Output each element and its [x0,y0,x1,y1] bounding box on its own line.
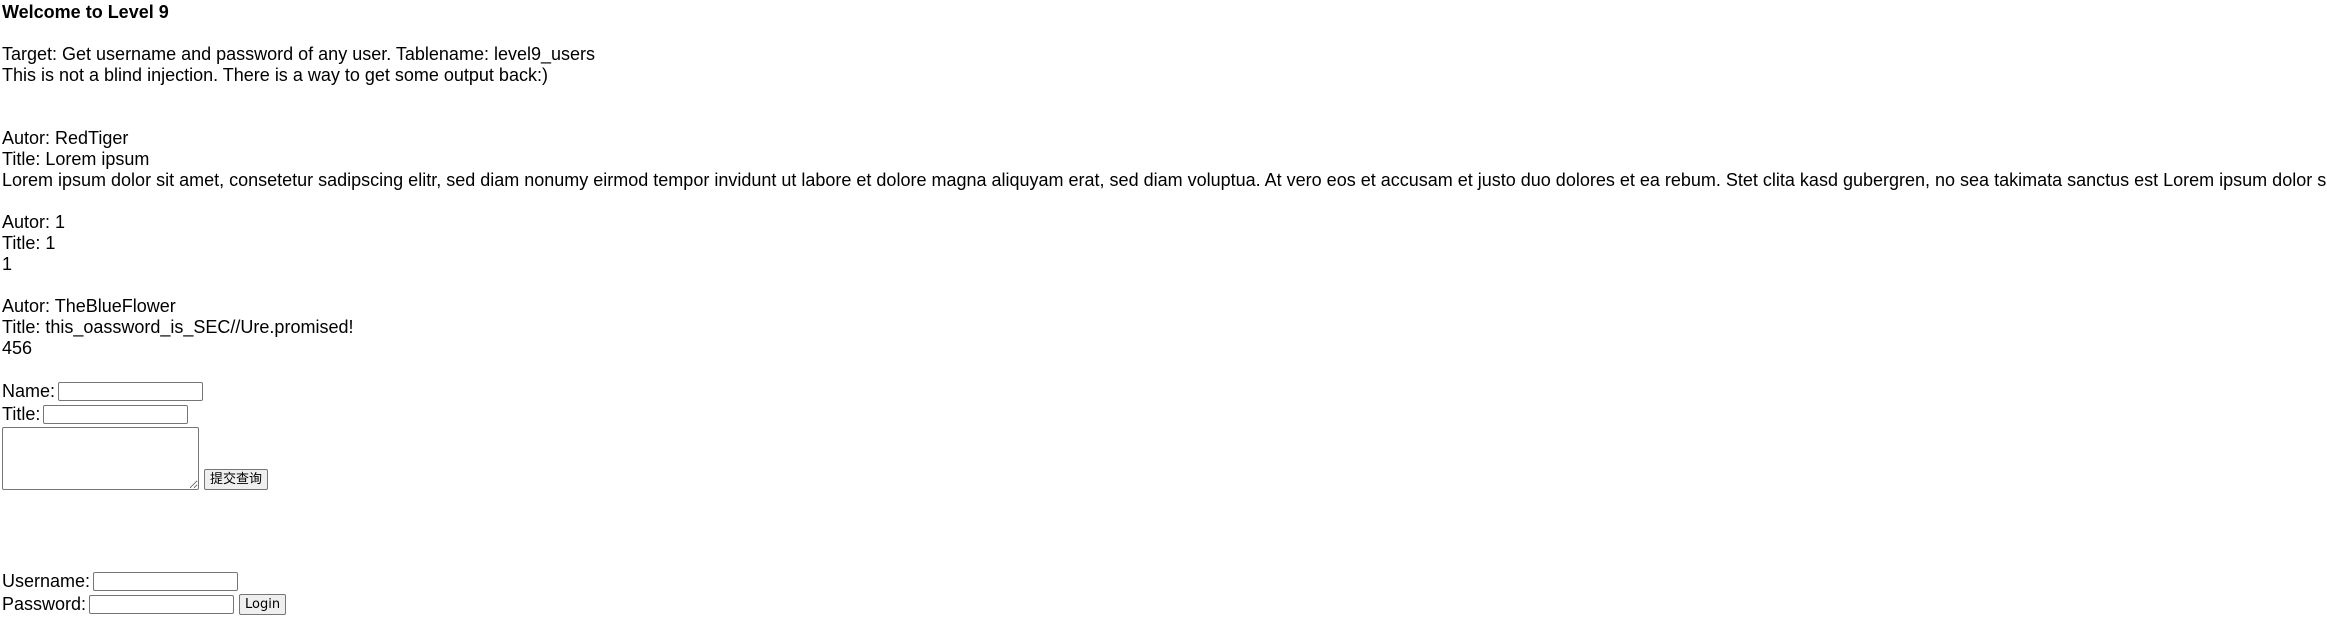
entry-title: Title: Lorem ipsum [2,149,150,169]
page-title: Welcome to Level 9 [2,2,169,22]
entry-author: Autor: RedTiger [2,128,129,148]
name-label: Name: [2,381,56,401]
entry-body: 1 [2,254,13,274]
entry-title: Title: this_oassword_is_SEC//Ure.promise… [2,317,354,337]
username-label: Username: [2,571,91,591]
title-label: Title: [2,404,41,424]
entry: Autor: RedTiger Title: Lorem ipsum Lorem… [2,128,2327,191]
entry: Autor: 1 Title: 1 1 [2,212,2327,275]
password-input[interactable] [89,595,235,614]
entry-author: Autor: TheBlueFlower [2,296,176,316]
login-form: Username: Password: Login [2,570,2327,616]
username-input[interactable] [93,572,239,591]
target-text: Target: Get username and password of any… [2,44,596,64]
name-input[interactable] [58,382,204,401]
page: Welcome to Level 9 Target: Get username … [0,0,2327,616]
entry-body: Lorem ipsum dolor sit amet, consetetur s… [2,170,2327,190]
entry-author: Autor: 1 [2,212,66,232]
entry-title: Title: 1 [2,233,56,253]
submit-query-button[interactable]: 提交查询 [204,469,269,490]
hint-text: This is not a blind injection. There is … [2,65,548,85]
entry-body: 456 [2,338,33,358]
password-label: Password: [2,594,87,614]
entry: Autor: TheBlueFlower Title: this_oasswor… [2,296,2327,359]
login-button[interactable]: Login [239,594,287,615]
title-input[interactable] [43,405,189,424]
post-form: Name: Title: 提交查询 [2,380,2327,490]
text-area[interactable] [2,427,199,490]
